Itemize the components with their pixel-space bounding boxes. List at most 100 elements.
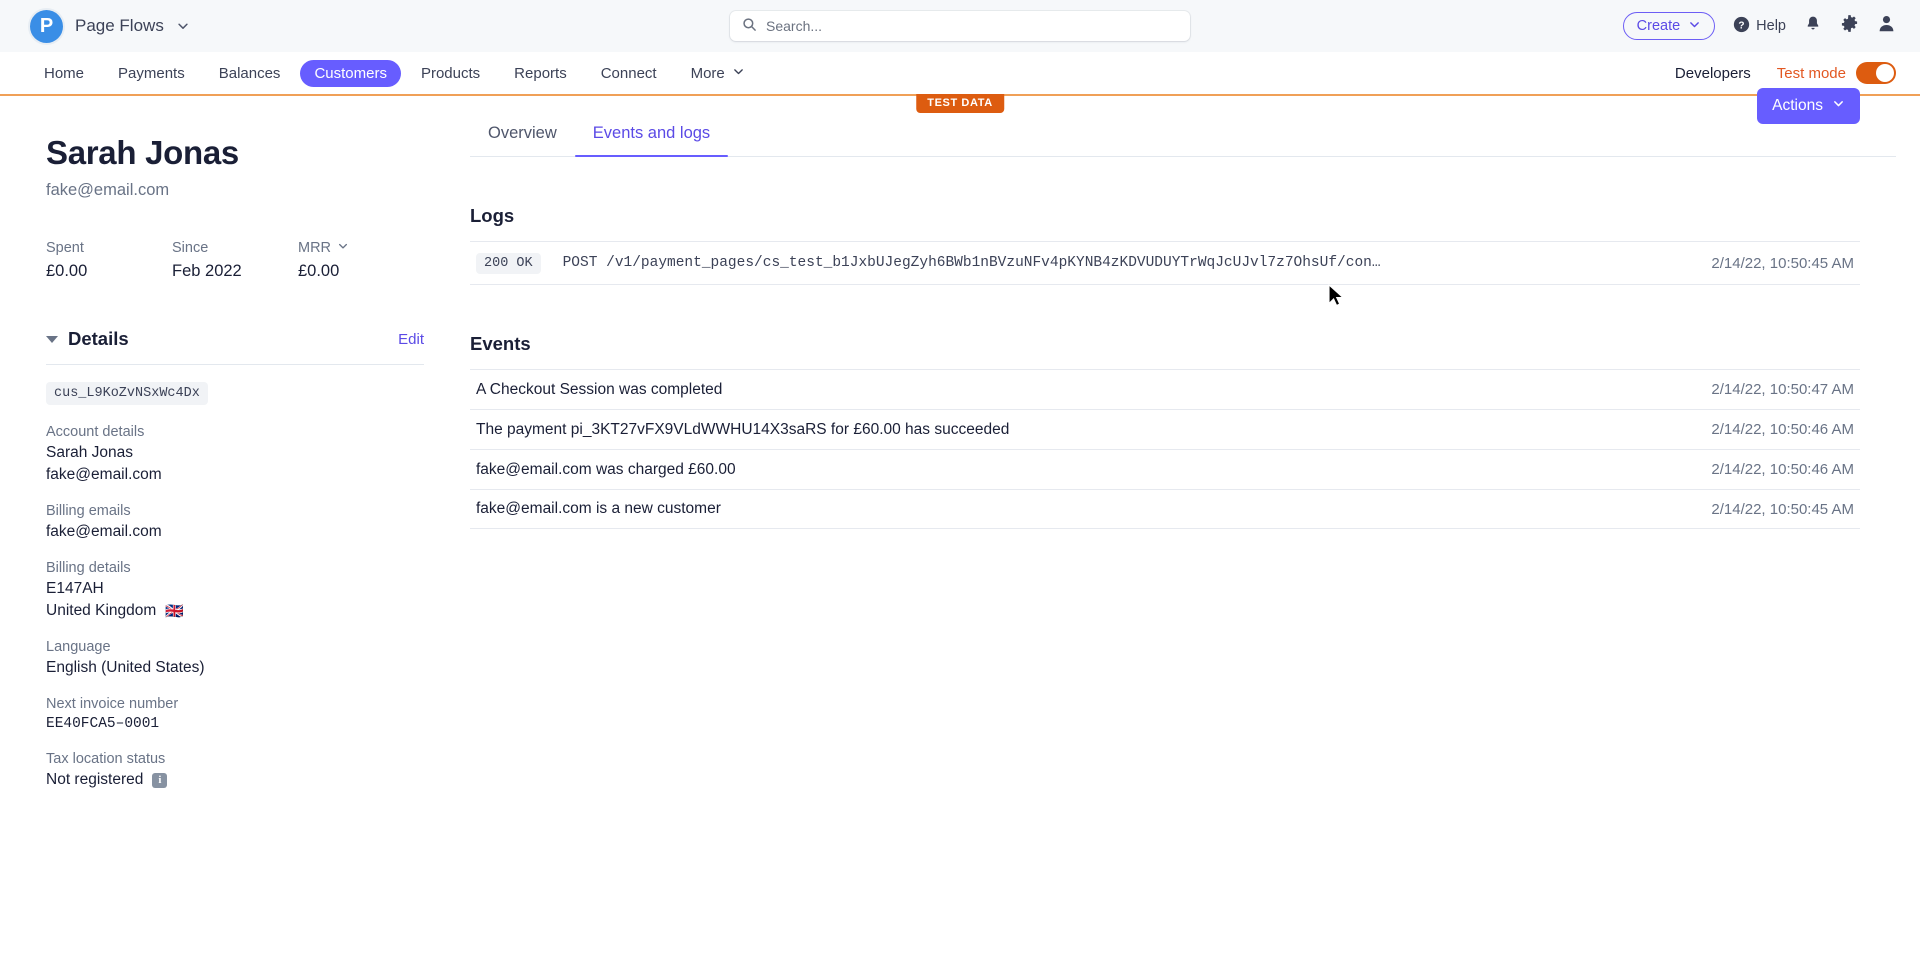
field-value-tax: Not registered i — [46, 771, 424, 789]
divider — [46, 364, 424, 365]
field-value: fake@email.com — [46, 466, 162, 483]
gear-icon — [1840, 14, 1859, 38]
stat-spent: Spent £0.00 — [46, 240, 172, 281]
table-row[interactable]: A Checkout Session was completed 2/14/22… — [470, 369, 1860, 409]
stat-label: Since — [172, 240, 209, 256]
field-label: Billing details — [46, 560, 131, 576]
actions-button-label: Actions — [1772, 97, 1823, 114]
logs-title: Logs — [470, 205, 515, 226]
stat-value: £0.00 — [298, 262, 340, 280]
field-account-details: Account details Sarah Jonas fake@email.c… — [46, 424, 424, 484]
info-icon[interactable]: i — [152, 772, 168, 788]
customer-stats: Spent £0.00 Since Feb 2022 MRR £0.00 — [46, 240, 424, 281]
tax-status-text: Not registered — [46, 771, 144, 788]
account-switcher[interactable]: P Page Flows — [30, 9, 190, 43]
page-content: Sarah Jonas fake@email.com Spent £0.00 S… — [0, 88, 1920, 978]
log-timestamp: 2/14/22, 10:50:45 AM — [1711, 254, 1854, 272]
top-bar: P Page Flows Create ? Help — [0, 0, 1920, 52]
chevron-down-icon — [176, 19, 190, 33]
customer-email: fake@email.com — [46, 181, 170, 199]
field-value: English (United States) — [46, 659, 205, 676]
search-icon — [742, 17, 757, 35]
table-row[interactable]: The payment pi_3KT27vFX9VLdWWHU14X3saRS … — [470, 409, 1860, 449]
help-button[interactable]: ? Help — [1733, 16, 1786, 37]
tab-overview[interactable]: Overview — [470, 124, 575, 156]
field-value: fake@email.com — [46, 523, 162, 540]
table-row[interactable]: 200 OK POST /v1/payment_pages/cs_test_b1… — [470, 241, 1860, 285]
field-label: Language — [46, 639, 111, 655]
field-value: E147AH — [46, 580, 104, 597]
stat-label-wrap: MRR — [298, 240, 424, 256]
nav-label: Home — [44, 64, 85, 82]
main-navigation: Home Payments Balances Customers Product… — [0, 52, 1920, 113]
field-label: Tax location status — [46, 751, 166, 767]
nav-item-balances[interactable]: Balances — [205, 60, 295, 87]
nav-item-products[interactable]: Products — [407, 60, 494, 87]
nav-item-customers[interactable]: Customers — [300, 59, 401, 87]
log-path: POST /v1/payment_pages/cs_test_b1JxbUJeg… — [562, 255, 1381, 271]
test-mode-label: Test mode — [1776, 64, 1846, 82]
help-icon: ? — [1733, 16, 1750, 37]
nav-item-home[interactable]: Home — [30, 60, 98, 87]
field-billing-details: Billing details E147AH United Kingdom 🇬🇧 — [46, 560, 424, 620]
nav-right: Developers Test mode — [1675, 62, 1896, 84]
create-button-label: Create — [1636, 18, 1681, 34]
customer-id-chip[interactable]: cus_L9KoZvNSxWc4Dx — [46, 382, 208, 405]
events-title: Events — [470, 333, 531, 354]
customer-sidebar: Sarah Jonas fake@email.com Spent £0.00 S… — [0, 96, 470, 978]
nav-label: Products — [420, 64, 481, 82]
event-description: The payment pi_3KT27vFX9VLdWWHU14X3saRS … — [476, 420, 1010, 438]
nav-label: Reports — [514, 64, 567, 82]
test-mode-toggle[interactable]: Test mode — [1777, 62, 1896, 84]
search-input[interactable] — [766, 18, 1178, 34]
settings-button[interactable] — [1840, 14, 1859, 38]
field-language: Language English (United States) — [46, 639, 424, 677]
country-name: United Kingdom — [46, 602, 157, 619]
event-description: A Checkout Session was completed — [476, 380, 723, 398]
nav-label: Balances — [218, 64, 281, 82]
notifications-button[interactable] — [1804, 15, 1822, 38]
field-value: EE40FCA5–0001 — [46, 716, 160, 732]
edit-link[interactable]: Edit — [398, 331, 424, 348]
uk-flag-icon: 🇬🇧 — [165, 602, 184, 620]
stat-value: £0.00 — [46, 262, 88, 280]
nav-label: Customers — [314, 64, 387, 82]
user-icon — [1877, 14, 1896, 38]
logs-list: 200 OK POST /v1/payment_pages/cs_test_b1… — [470, 241, 1860, 285]
field-value: Sarah Jonas — [46, 444, 134, 461]
chevron-down-icon[interactable] — [337, 240, 349, 256]
stat-label: MRR — [298, 240, 332, 256]
search-box[interactable] — [730, 11, 1190, 41]
tab-events-and-logs[interactable]: Events and logs — [574, 124, 729, 157]
nav-item-more[interactable]: More — [677, 60, 759, 87]
collapse-caret-icon[interactable] — [46, 335, 58, 343]
table-row[interactable]: fake@email.com is a new customer 2/14/22… — [470, 489, 1860, 529]
help-label: Help — [1756, 18, 1786, 34]
nav-label: Connect — [600, 64, 657, 82]
event-timestamp: 2/14/22, 10:50:47 AM — [1711, 381, 1854, 398]
field-label: Next invoice number — [46, 696, 179, 712]
chevron-down-icon — [1832, 97, 1845, 115]
tab-label: Events and logs — [592, 124, 711, 142]
nav-item-reports[interactable]: Reports — [500, 60, 581, 87]
svg-text:?: ? — [1739, 20, 1745, 31]
nav-item-payments[interactable]: Payments — [104, 60, 199, 87]
field-label: Billing emails — [46, 503, 131, 519]
logs-section: Logs 200 OK POST /v1/payment_pages/cs_te… — [470, 205, 1896, 285]
user-account-button[interactable] — [1877, 14, 1896, 38]
top-bar-actions: Create ? Help — [1622, 12, 1896, 40]
nav-item-connect[interactable]: Connect — [587, 60, 671, 87]
table-row[interactable]: fake@email.com was charged £60.00 2/14/2… — [470, 449, 1860, 489]
actions-button[interactable]: Actions — [1757, 88, 1860, 124]
create-button[interactable]: Create — [1622, 12, 1716, 40]
toggle-switch[interactable] — [1856, 62, 1896, 84]
bell-icon — [1804, 15, 1822, 38]
chevron-down-icon — [732, 65, 745, 82]
field-value-country: United Kingdom 🇬🇧 — [46, 602, 424, 620]
details-header: Details Edit — [46, 328, 424, 350]
event-description: fake@email.com was charged £60.00 — [476, 460, 736, 478]
developers-link[interactable]: Developers — [1675, 65, 1751, 82]
page-title: Sarah Jonas — [46, 134, 239, 171]
brand-logo: P — [30, 9, 63, 43]
details-title: Details — [68, 328, 129, 349]
